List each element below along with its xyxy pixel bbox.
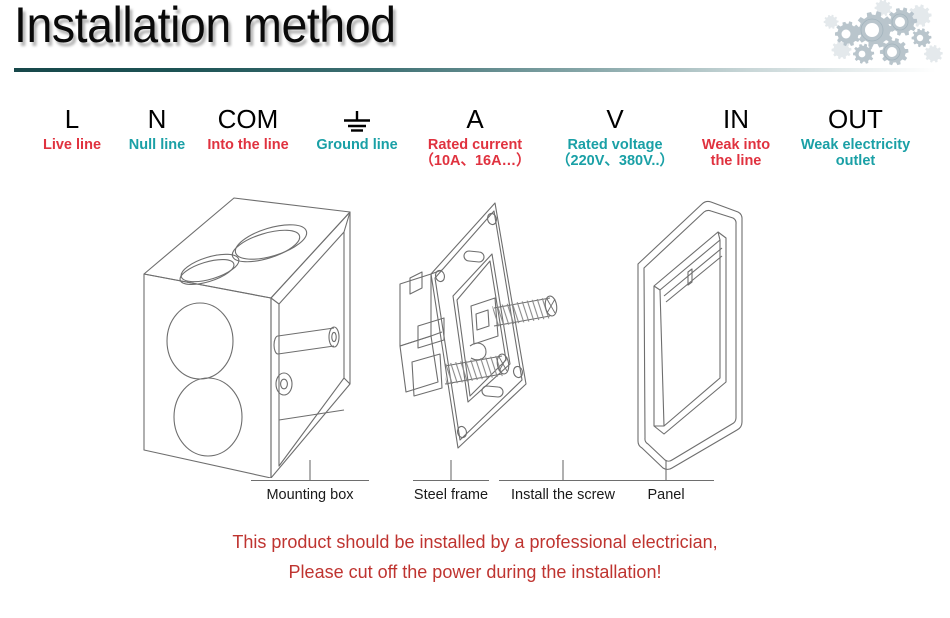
legend-desc-ground: Ground line [316, 137, 398, 153]
legend-item-null: N Null line [115, 104, 199, 153]
safety-warning: This product should be installed by a pr… [0, 527, 950, 587]
legend-desc-com: Into the line [207, 137, 289, 153]
warning-line-2: Please cut off the power during the inst… [288, 562, 662, 582]
earth-ground-icon [344, 111, 370, 132]
legend-desc-null: Null line [128, 137, 186, 153]
page-title: Installation method [14, 0, 396, 53]
mounting-box-illustration [143, 197, 351, 478]
legend-symbol-com: COM [217, 104, 279, 134]
legend-item-in: IN Weak into the line [688, 104, 784, 169]
legend-symbol-ground [303, 104, 411, 134]
callout-label-panel: Panel [647, 487, 685, 503]
legend-symbol-out: OUT [828, 104, 883, 134]
title-divider [14, 68, 936, 72]
legend-symbol-in: IN [723, 104, 749, 134]
legend-item-voltage: V Rated voltage （220V、380V..） [545, 104, 685, 169]
legend-desc-out: Weak electricity outlet [800, 137, 911, 169]
callout-label-mounting-box: Mounting box [266, 487, 354, 503]
panel-illustration [637, 201, 743, 470]
steel-frame-illustration [399, 202, 558, 449]
part-callouts: Mounting box Steel frame Install the scr… [0, 460, 950, 515]
legend-desc-in: Weak into the line [701, 137, 771, 169]
callout-mounting-box: Mounting box [230, 460, 390, 504]
leader-line-mounting-box [251, 460, 369, 482]
page-header: Installation method [0, 0, 950, 78]
legend-symbol-voltage: V [606, 104, 624, 134]
exploded-assembly-diagram [0, 186, 950, 486]
legend-symbol-null: N [147, 104, 167, 134]
gears-decoration-icon [823, 0, 943, 66]
leader-line-panel [618, 460, 714, 482]
legend-item-ground: Ground line [303, 104, 411, 153]
callout-panel: Panel [614, 460, 718, 504]
legend-desc-live: Live line [42, 137, 102, 153]
terminal-legend: L Live line N Null line COM Into the lin… [0, 104, 950, 186]
legend-symbol-current: A [466, 104, 484, 134]
warning-line-1: This product should be installed by a pr… [232, 532, 718, 552]
legend-item-current: A Rated current （10A、16A…） [410, 104, 540, 169]
legend-item-out: OUT Weak electricity outlet [783, 104, 928, 169]
legend-item-live: L Live line [30, 104, 114, 153]
legend-item-com: COM Into the line [196, 104, 300, 153]
legend-symbol-live: L [64, 104, 80, 134]
legend-desc-voltage: Rated voltage （220V、380V..） [556, 137, 674, 169]
legend-desc-current: Rated current （10A、16A…） [419, 137, 531, 169]
